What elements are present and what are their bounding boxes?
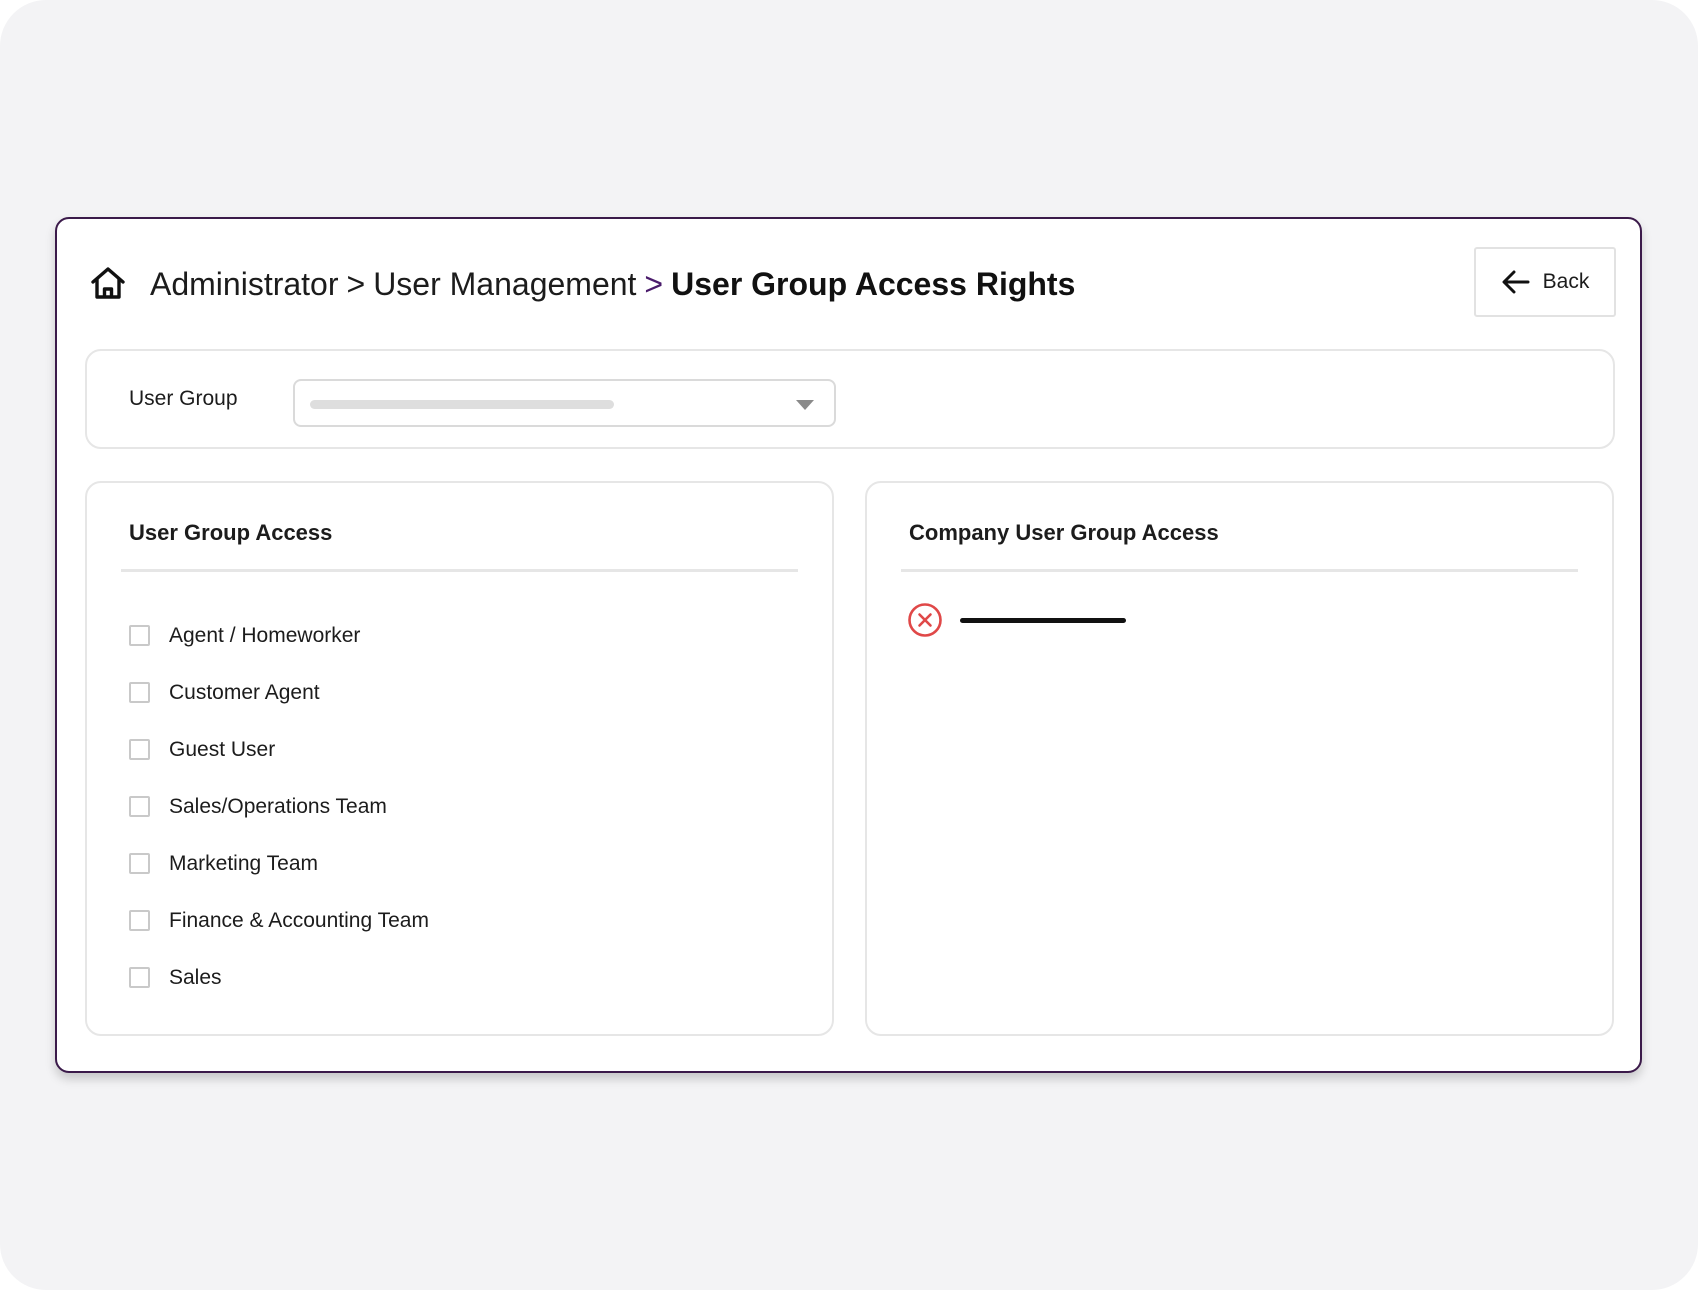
checkbox[interactable] — [129, 967, 150, 988]
chevron-down-icon — [796, 400, 814, 410]
back-button[interactable]: Back — [1474, 247, 1616, 317]
breadcrumb-separator: > — [644, 266, 664, 302]
company-group-value — [960, 617, 1126, 623]
checkbox-label: Finance & Accounting Team — [169, 908, 429, 932]
checkbox[interactable] — [129, 910, 150, 931]
breadcrumb-item-user-management[interactable]: User Management — [373, 266, 636, 302]
divider — [901, 569, 1578, 572]
home-icon[interactable] — [89, 265, 127, 301]
list-item[interactable]: Marketing Team — [129, 835, 429, 892]
back-button-label: Back — [1542, 270, 1590, 293]
breadcrumb-item-administrator[interactable]: Administrator — [150, 266, 339, 302]
list-item[interactable]: Sales — [129, 949, 429, 1006]
divider — [121, 569, 798, 572]
user-group-filter: User Group — [85, 349, 1615, 449]
list-item — [907, 602, 1126, 638]
checkbox[interactable] — [129, 853, 150, 874]
arrow-left-icon — [1502, 270, 1530, 294]
user-group-access-title: User Group Access — [129, 520, 333, 545]
checkbox-label: Customer Agent — [169, 680, 320, 704]
checkbox[interactable] — [129, 739, 150, 760]
remove-circle-icon[interactable] — [907, 602, 943, 638]
checkbox-label: Guest User — [169, 737, 276, 761]
user-group-access-panel: User Group Access Agent / Homeworker Cus… — [85, 481, 834, 1036]
access-rights-card: Administrator > User Management > User Group… — [55, 217, 1642, 1073]
checkbox[interactable] — [129, 625, 150, 646]
list-item[interactable]: Customer Agent — [129, 664, 429, 721]
company-user-group-access-panel: Company User Group Access — [865, 481, 1614, 1036]
list-item[interactable]: Finance & Accounting Team — [129, 892, 429, 949]
breadcrumb: Administrator > User Management > User Group… — [150, 264, 1075, 304]
user-group-select-placeholder — [310, 400, 614, 409]
page-background: Administrator > User Management > User Group… — [0, 0, 1698, 1290]
page-title: User Group Access Rights — [671, 266, 1076, 302]
checkbox-label: Sales — [169, 965, 222, 989]
user-group-select[interactable] — [293, 379, 836, 427]
checkbox[interactable] — [129, 796, 150, 817]
list-item[interactable]: Guest User — [129, 721, 429, 778]
list-item[interactable]: Sales/Operations Team — [129, 778, 429, 835]
user-group-access-list: Agent / Homeworker Customer Agent Guest … — [129, 607, 429, 1006]
breadcrumb-separator: > — [346, 266, 366, 302]
checkbox-label: Marketing Team — [169, 851, 319, 875]
company-user-group-access-title: Company User Group Access — [909, 520, 1219, 545]
list-item[interactable]: Agent / Homeworker — [129, 607, 429, 664]
checkbox[interactable] — [129, 682, 150, 703]
user-group-label: User Group — [129, 387, 238, 410]
checkbox-label: Agent / Homeworker — [169, 623, 361, 647]
checkbox-label: Sales/Operations Team — [169, 794, 387, 818]
